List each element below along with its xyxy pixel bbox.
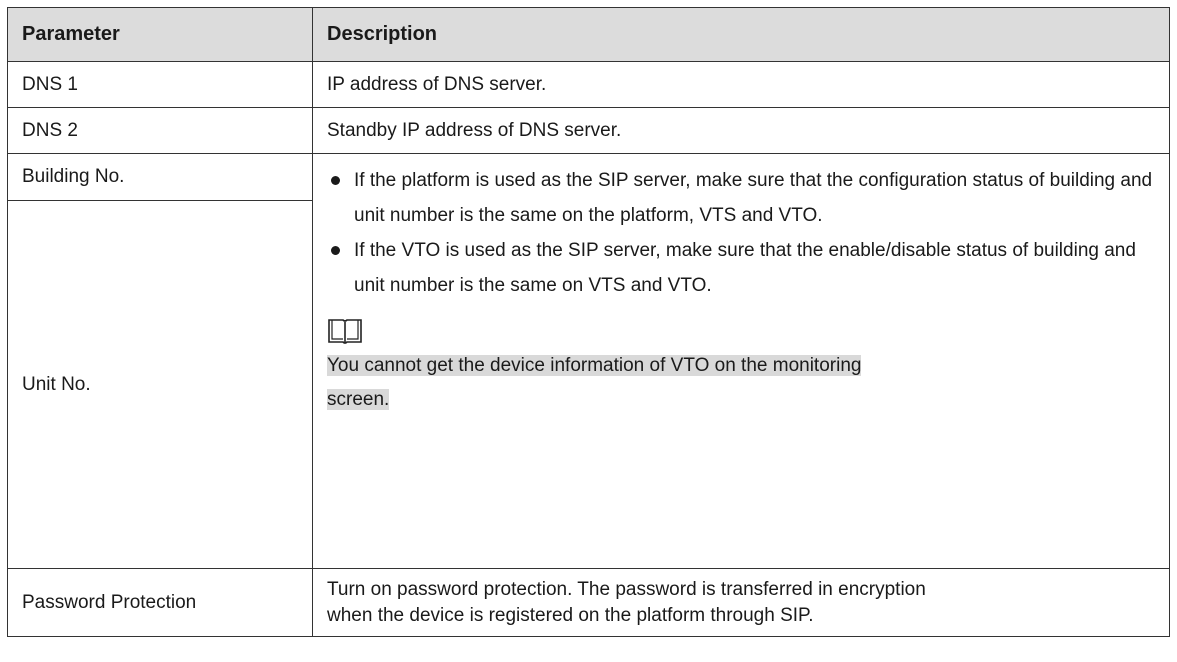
note-line: screen. xyxy=(327,389,390,410)
bullet-item: If the platform is used as the SIP serve… xyxy=(327,163,1155,233)
header-parameter: Parameter xyxy=(7,7,313,62)
table-row: DNS 1 IP address of DNS server. xyxy=(7,61,1170,108)
param-building: Building No. xyxy=(7,153,313,201)
bullet-text-platform: If the platform is used as the SIP serve… xyxy=(354,170,1153,226)
desc-dns1: IP address of DNS server. xyxy=(312,61,1170,108)
parameter-table: Parameter Description DNS 1 IP address o… xyxy=(7,7,1170,637)
param-dns1: DNS 1 xyxy=(7,61,313,108)
desc-password-line: Turn on password protection. The passwor… xyxy=(327,578,926,600)
table-row: Password Protection Turn on password pro… xyxy=(7,568,1170,637)
param-unit: Unit No. xyxy=(7,200,313,569)
book-icon xyxy=(328,319,362,344)
param-dns2: DNS 2 xyxy=(7,107,313,154)
header-description: Description xyxy=(312,7,1170,62)
bullet-item: If the VTO is used as the SIP server, ma… xyxy=(327,233,1155,303)
note-line: You cannot get the device information of… xyxy=(327,355,862,376)
desc-password: Turn on password protection. The passwor… xyxy=(312,568,1170,637)
table-header-row: Parameter Description xyxy=(7,7,1170,62)
bullet-text-vto: If the VTO is used as the SIP server, ma… xyxy=(354,240,1136,296)
table-row: Building No. If the platform is used as … xyxy=(7,153,1170,569)
note-text: You cannot get the device information of… xyxy=(327,349,1155,417)
desc-building-unit: If the platform is used as the SIP serve… xyxy=(312,153,1170,569)
param-password: Password Protection xyxy=(7,568,313,637)
bullet-dot xyxy=(331,246,340,255)
bullet-list: If the platform is used as the SIP serve… xyxy=(327,163,1155,303)
desc-password-line: when the device is registered on the pla… xyxy=(327,604,814,626)
table-row: DNS 2 Standby IP address of DNS server. xyxy=(7,107,1170,154)
desc-dns2: Standby IP address of DNS server. xyxy=(312,107,1170,154)
bullet-dot xyxy=(331,176,340,185)
